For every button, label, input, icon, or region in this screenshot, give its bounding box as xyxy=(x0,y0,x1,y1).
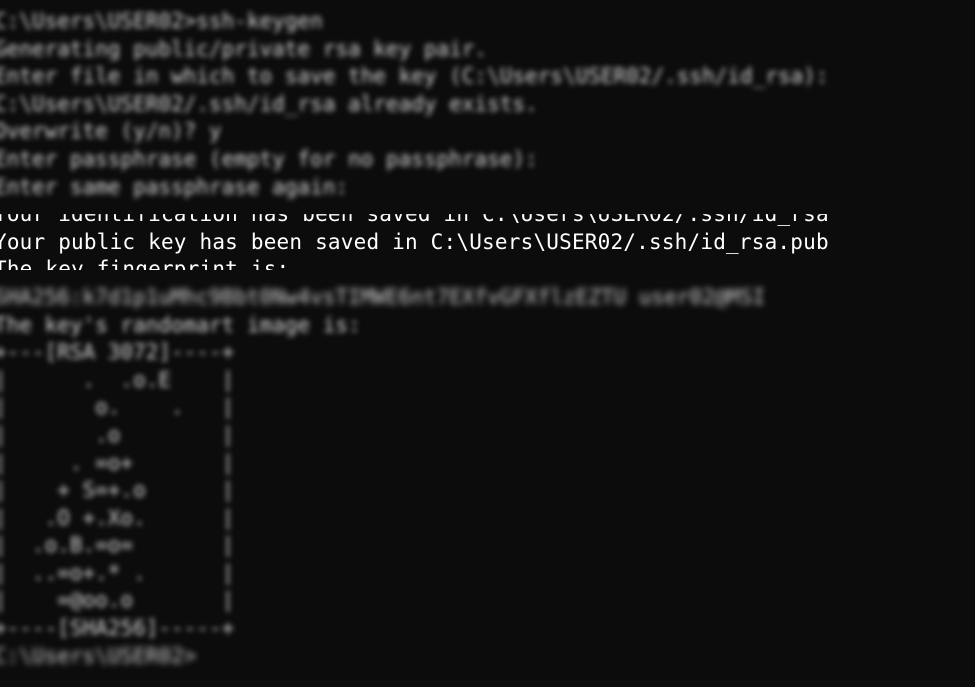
terminal-line-fingerprint-label: The key fingerprint is: xyxy=(0,257,290,282)
randomart-border-bottom: +----[SHA256]-----+ xyxy=(0,616,235,641)
randomart-row: | =@oo.o | xyxy=(0,588,235,613)
terminal-line-identification-saved: Your identification has been saved in C:… xyxy=(0,202,829,227)
terminal-line-enter-file: Enter file in which to save the key (C:\… xyxy=(0,64,829,89)
terminal-line-already-exists: C:\Users\USER02/.ssh/id_rsa already exis… xyxy=(0,91,538,116)
terminal-line-randomart-label: The key's randomart image is: xyxy=(0,312,361,337)
randomart-row: | . =o+ | xyxy=(0,450,235,475)
randomart-row: | + S=+.o | xyxy=(0,478,235,503)
randomart-row: | . .o.E | xyxy=(0,367,235,392)
terminal-line-generating: Generating public/private rsa key pair. xyxy=(0,36,488,61)
randomart-row: | ..=o+.* . | xyxy=(0,560,235,585)
terminal-line-overwrite: Overwrite (y/n)? y xyxy=(0,119,222,144)
randomart-border-top: +---[RSA 3072]----+ xyxy=(0,340,235,365)
terminal-line-public-key-saved: Your public key has been saved in C:\Use… xyxy=(0,229,829,254)
terminal-line-fingerprint: SHA256:k7d1p1uMhc9Bbt0Nw4vsTIMWE6nt7EXfv… xyxy=(0,284,766,309)
randomart-row: | .o | xyxy=(0,422,235,447)
randomart-row: | .o.B.=o= | xyxy=(0,533,235,558)
terminal-line-enter-passphrase: Enter passphrase (empty for no passphras… xyxy=(0,146,538,171)
terminal-window[interactable]: C:\Users\USER02>ssh-keygen Generating pu… xyxy=(0,0,975,687)
randomart-row: | .O +.Xo. | xyxy=(0,505,235,530)
terminal-line-same-passphrase: Enter same passphrase again: xyxy=(0,174,349,199)
randomart-row: | o. . | xyxy=(0,395,235,420)
terminal-line-final-prompt: C:\Users\USER02> xyxy=(0,643,197,668)
terminal-line-prompt: C:\Users\USER02>ssh-keygen xyxy=(0,9,323,33)
